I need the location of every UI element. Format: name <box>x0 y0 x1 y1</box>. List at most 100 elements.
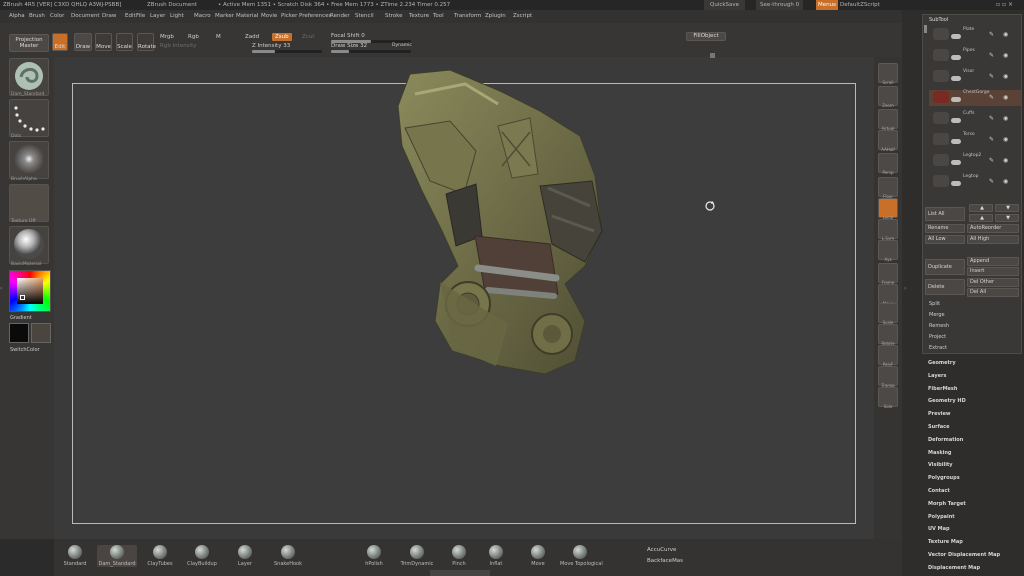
m-button[interactable]: M <box>216 34 221 40</box>
brush-claytubes[interactable]: ClayTubes <box>140 545 180 567</box>
brush-dam-standard[interactable]: Dam_Standard <box>97 545 137 567</box>
brush-move[interactable]: Move <box>518 545 558 567</box>
menu-tool[interactable]: Tool <box>433 10 444 23</box>
tool-menu-polypaint[interactable]: Polypaint <box>928 514 955 520</box>
tool-menu-surface[interactable]: Surface <box>928 424 950 430</box>
subtool-visibility-toggle[interactable] <box>951 76 961 81</box>
subtool-item[interactable]: Plate ✎ ◉ <box>929 27 1021 40</box>
brush-snakehook[interactable]: SnakeHook <box>268 545 308 567</box>
all-high-button[interactable]: All High <box>967 235 1019 244</box>
paint-brush-icon[interactable]: ✎ <box>989 115 994 122</box>
menu-render[interactable]: Render <box>330 10 350 23</box>
subtool-item[interactable]: Legtop2 ✎ ◉ <box>929 153 1021 166</box>
move-bottom-arrow-icon[interactable]: ▼ <box>995 214 1019 222</box>
shelf-scroll[interactable] <box>430 570 490 576</box>
subtool-visibility-toggle[interactable] <box>951 181 961 186</box>
subtool-item[interactable]: Cuffs ✎ ◉ <box>929 111 1021 124</box>
tool-menu-layers[interactable]: Layers <box>928 373 947 379</box>
eye-icon[interactable]: ◉ <box>1003 52 1008 59</box>
del-all-button[interactable]: Del All <box>967 288 1019 297</box>
subtool-visibility-toggle[interactable] <box>951 97 961 102</box>
see-through-slider[interactable]: See-through 0 <box>756 0 804 10</box>
eye-icon[interactable]: ◉ <box>1003 73 1008 80</box>
menu-preferences[interactable]: Preferences <box>299 10 331 23</box>
menu-light[interactable]: Light <box>170 10 184 23</box>
merge-menu[interactable]: Merge <box>929 312 945 318</box>
brush-inflat[interactable]: Inflat <box>476 545 516 567</box>
append-button[interactable]: Append <box>967 257 1019 266</box>
menu-alpha[interactable]: Alpha <box>9 10 25 23</box>
tool-menu-visibility[interactable]: Visibility <box>928 462 953 468</box>
rgb-button[interactable]: Rgb <box>188 34 199 40</box>
subtool-header[interactable]: SubTool <box>929 17 948 23</box>
subtool-item[interactable]: Torso ✎ ◉ <box>929 132 1021 145</box>
paint-brush-icon[interactable]: ✎ <box>989 157 994 164</box>
rename-button[interactable]: Rename <box>925 224 965 233</box>
paint-brush-icon[interactable]: ✎ <box>989 73 994 80</box>
window-controls[interactable]: ▫ ▫ × <box>996 0 1013 10</box>
brush-hpolish[interactable]: hPolish <box>354 545 394 567</box>
zsub-button[interactable]: Zsub <box>272 33 292 41</box>
menu-picker[interactable]: Picker <box>281 10 297 23</box>
menus-toggle[interactable]: Menus <box>816 0 838 10</box>
eye-icon[interactable]: ◉ <box>1003 115 1008 122</box>
z-intensity-track[interactable] <box>252 50 322 53</box>
auto-reorder-button[interactable]: AutoReorder <box>967 224 1019 233</box>
move-down-arrow-icon[interactable]: ▼ <box>995 204 1019 212</box>
subtool-scroll[interactable] <box>924 25 927 33</box>
subtool-item[interactable]: ChestGorge ✎ ◉ <box>929 90 1021 106</box>
brush-standard[interactable]: Standard <box>55 545 95 567</box>
menu-color[interactable]: Color <box>50 10 64 23</box>
menu-transform[interactable]: Transform <box>454 10 481 23</box>
brush-claybuildup[interactable]: ClayBuildup <box>182 545 222 567</box>
default-zscript-button[interactable]: DefaultZScript <box>840 0 880 10</box>
menu-layer[interactable]: Layer <box>150 10 165 23</box>
zcut-button[interactable]: Zcut <box>302 34 314 40</box>
subtool-visibility-toggle[interactable] <box>951 160 961 165</box>
eye-icon[interactable]: ◉ <box>1003 94 1008 101</box>
menu-macro[interactable]: Macro <box>194 10 211 23</box>
duplicate-button[interactable]: Duplicate <box>925 259 965 275</box>
paint-brush-icon[interactable]: ✎ <box>989 31 994 38</box>
left-collapse-arrow-icon[interactable]: ‹ <box>0 285 5 295</box>
menu-movie[interactable]: Movie <box>261 10 277 23</box>
z-intensity-slider[interactable]: Z Intensity 33 <box>252 43 290 49</box>
subtool-item[interactable]: Legtop ✎ ◉ <box>929 174 1021 187</box>
menu-document[interactable]: Document <box>71 10 100 23</box>
gradient-label[interactable]: Gradient <box>10 315 32 321</box>
panel-collapse-arrow-icon[interactable]: › <box>904 285 909 295</box>
subtool-visibility-toggle[interactable] <box>951 139 961 144</box>
fill-object-button[interactable]: FillObject <box>686 32 726 41</box>
menu-draw[interactable]: Draw <box>102 10 116 23</box>
tool-menu-geometry-hd[interactable]: Geometry HD <box>928 398 966 404</box>
menu-zscript[interactable]: Zscript <box>513 10 532 23</box>
projection-master-button[interactable]: Projection Master <box>9 34 49 52</box>
split-menu[interactable]: Split <box>929 301 940 307</box>
tool-menu-vector-displacement-map[interactable]: Vector Displacement Map <box>928 552 1000 558</box>
focal-shift-slider[interactable]: Focal Shift 0 <box>331 33 365 39</box>
eye-icon[interactable]: ◉ <box>1003 31 1008 38</box>
move-top-arrow-icon[interactable]: ▲ <box>969 214 993 222</box>
tool-menu-masking[interactable]: Masking <box>928 450 952 456</box>
move-button[interactable]: Move <box>95 33 112 51</box>
brush-move-topological[interactable]: Move Topological <box>560 545 603 567</box>
menu-stencil[interactable]: Stencil <box>355 10 374 23</box>
tool-menu-preview[interactable]: Preview <box>928 411 951 417</box>
brush-pinch[interactable]: Pinch <box>439 545 479 567</box>
paint-brush-icon[interactable]: ✎ <box>989 52 994 59</box>
paint-brush-icon[interactable]: ✎ <box>989 94 994 101</box>
secondary-color-swatch[interactable] <box>31 323 51 343</box>
mrgb-button[interactable]: Mrgb <box>160 34 174 40</box>
scale-button[interactable]: Scale <box>116 33 133 51</box>
draw-button[interactable]: Draw <box>74 33 92 51</box>
paint-brush-icon[interactable]: ✎ <box>989 178 994 185</box>
subtool-item[interactable]: Visor ✎ ◉ <box>929 69 1021 82</box>
color-cursor[interactable] <box>20 295 25 300</box>
brush-layer[interactable]: Layer <box>225 545 265 567</box>
menu-stroke[interactable]: Stroke <box>385 10 403 23</box>
menu-file[interactable]: File <box>136 10 145 23</box>
edit-button[interactable]: Edit <box>52 33 68 51</box>
del-other-button[interactable]: Del Other <box>967 278 1019 287</box>
material-thumbnail[interactable] <box>9 226 49 264</box>
saturation-square[interactable] <box>17 278 43 304</box>
